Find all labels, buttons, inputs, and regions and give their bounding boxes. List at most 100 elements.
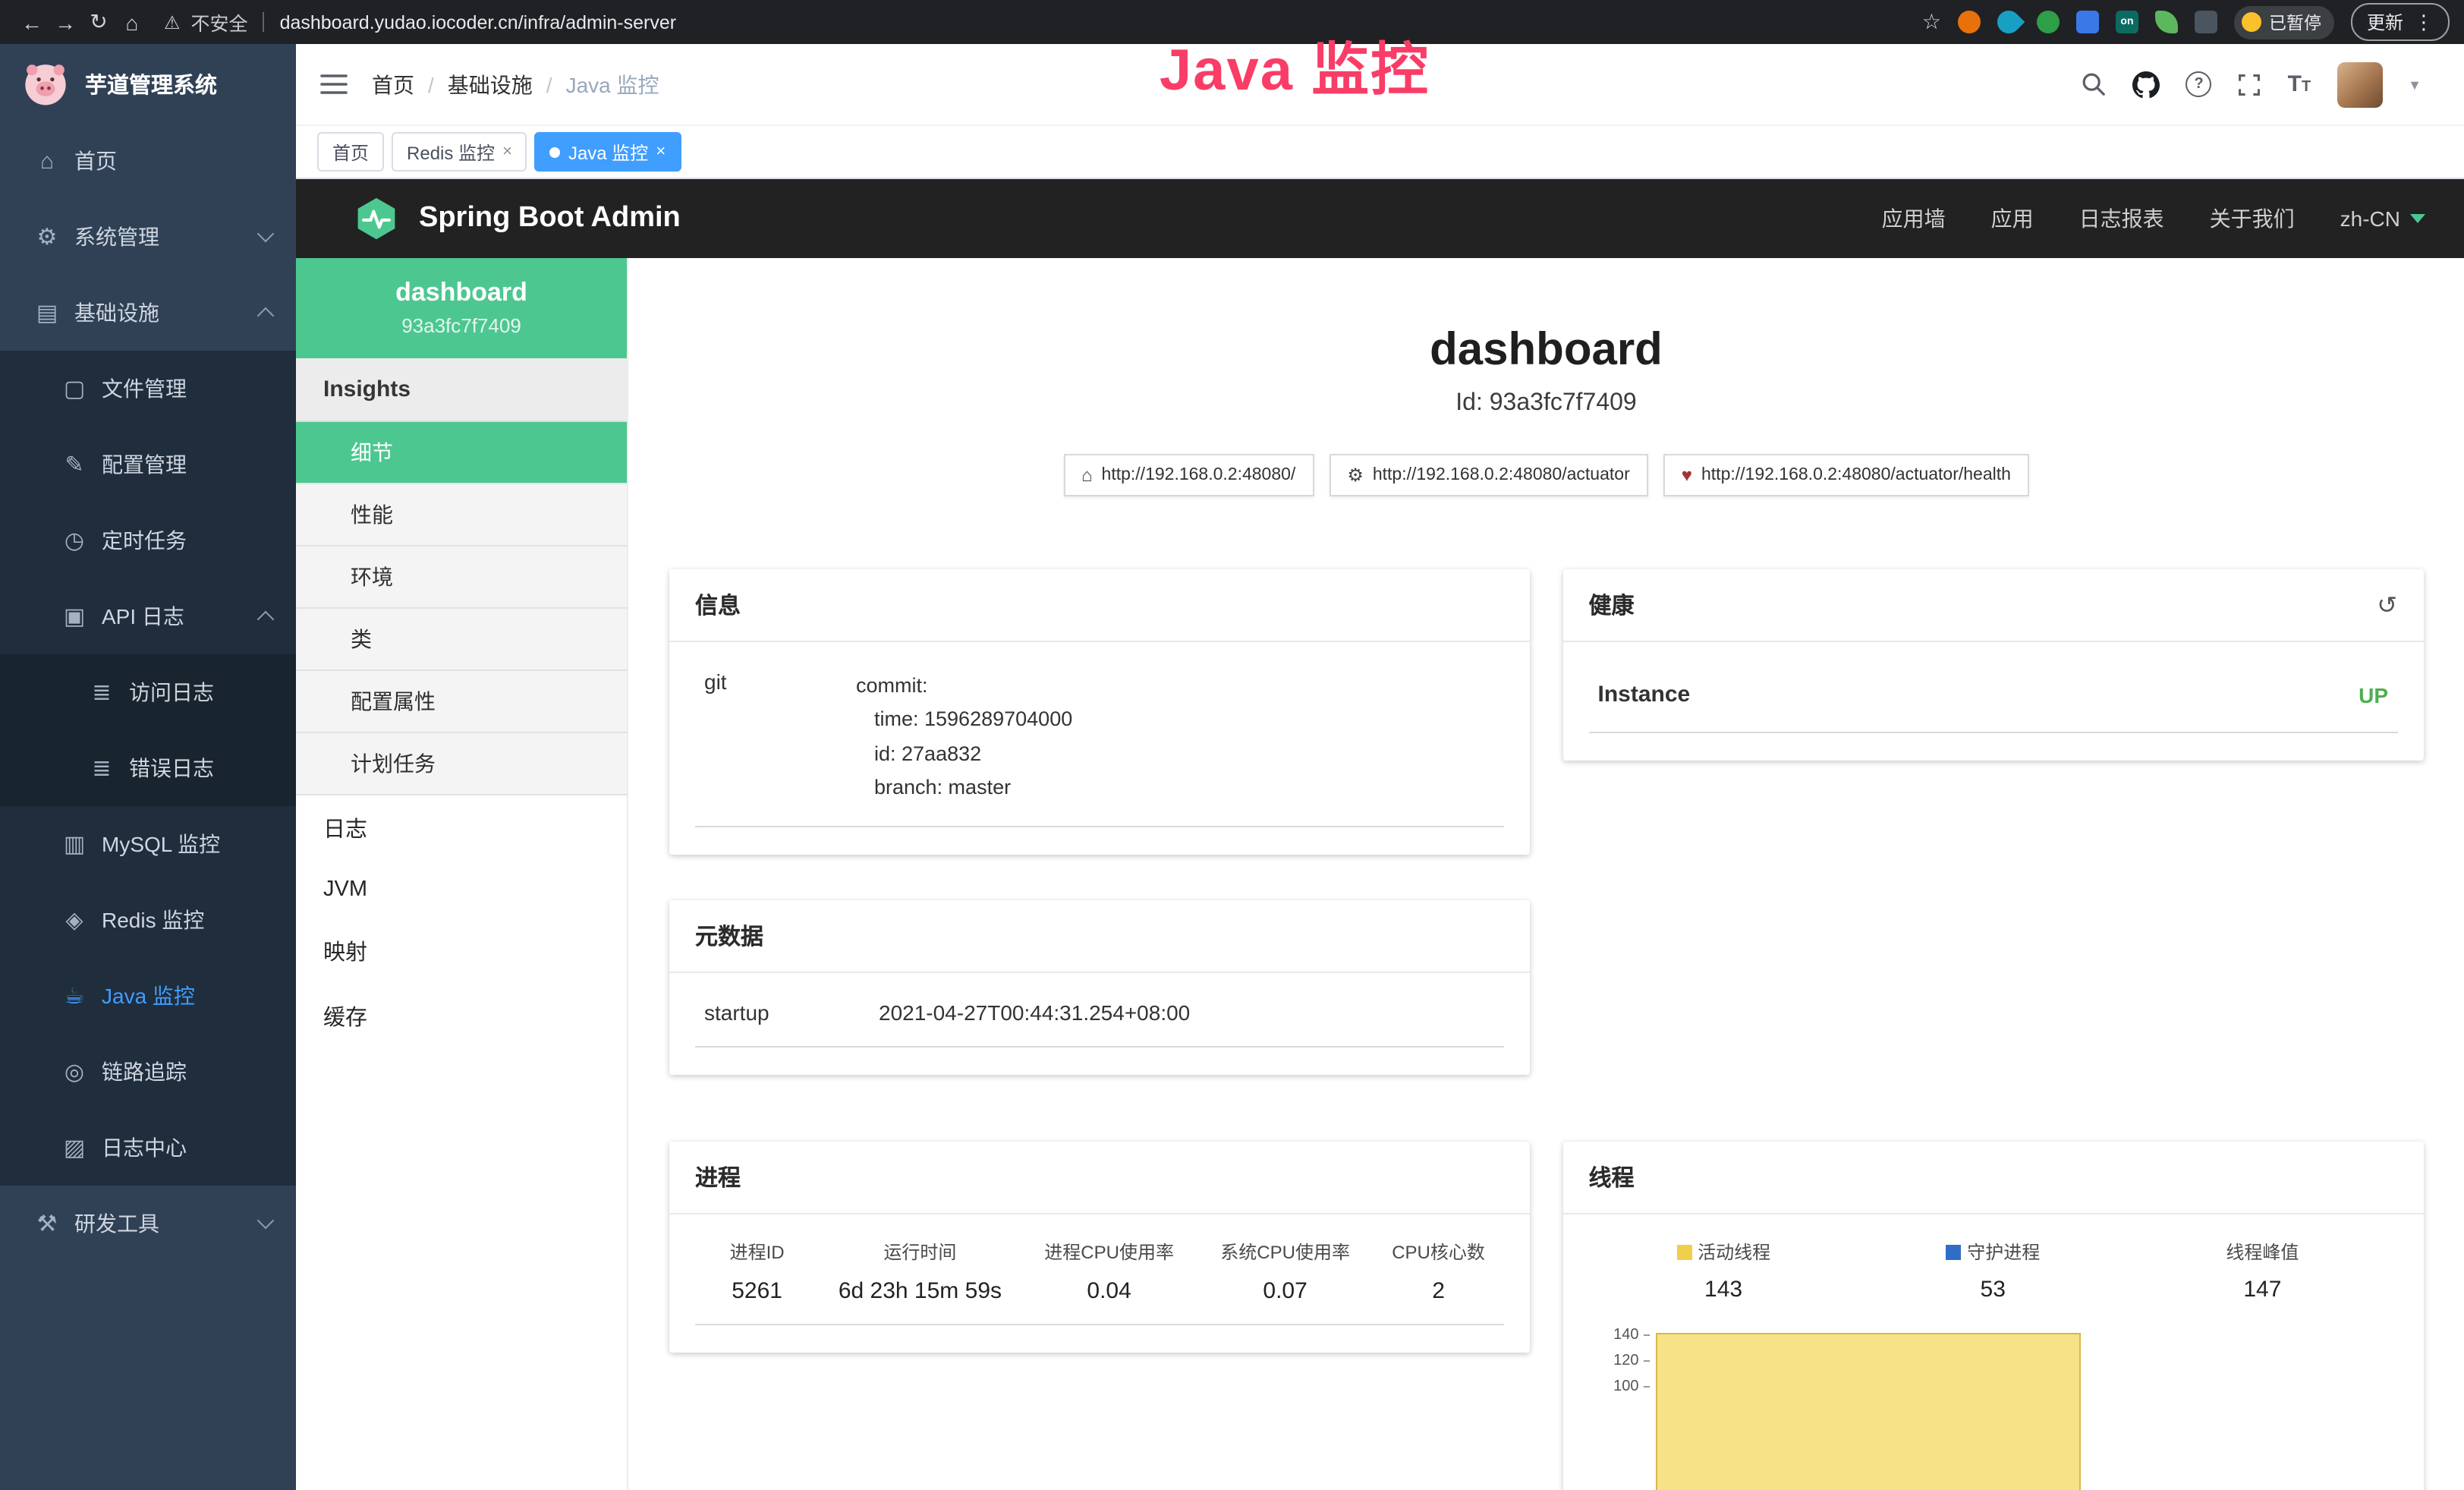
tag-tab-bar: 首页 Redis 监控 × Java 监控 ×: [296, 126, 2464, 179]
home-icon[interactable]: ⌂: [115, 10, 149, 34]
tab-java-monitor[interactable]: Java 监控 ×: [535, 132, 681, 172]
file-icon: ▢: [61, 375, 88, 402]
bookmark-star-icon[interactable]: ☆: [1922, 9, 1941, 35]
sba-item-scheduled-tasks[interactable]: 计划任务: [296, 733, 627, 795]
sidebar-item-config-management[interactable]: ✎ 配置管理: [0, 427, 296, 502]
sba-item-logs[interactable]: 日志: [296, 795, 627, 861]
card-title: 进程: [695, 1161, 741, 1193]
not-secure-warning-icon: ⚠: [164, 11, 181, 33]
tab-home[interactable]: 首页: [317, 132, 384, 172]
extension-on-badge[interactable]: on: [2116, 11, 2138, 33]
sba-item-caches[interactable]: 缓存: [296, 984, 627, 1049]
instance-id: Id: 93a3fc7f7409: [669, 390, 2423, 417]
sba-nav-journal[interactable]: 日志报表: [2079, 203, 2164, 234]
github-icon[interactable]: [2133, 71, 2160, 98]
metadata-card: 元数据 startup 2021-04-27T00:44:31.254+08:0…: [669, 900, 1530, 1075]
health-card: 健康 ↺ Instance UP: [1563, 569, 2424, 761]
sba-item-mappings[interactable]: 映射: [296, 918, 627, 984]
info-key: git: [704, 669, 856, 805]
process-table-header: 进程ID 运行时间 进程CPU使用率 系统CPU使用率 CPU核心数: [695, 1239, 1504, 1265]
chart-plot-area: [1656, 1327, 2398, 1490]
sba-nav-applications[interactable]: 应用: [1991, 203, 2034, 234]
process-cpu-value: 0.04: [1021, 1278, 1197, 1304]
help-icon[interactable]: ?: [2186, 71, 2212, 97]
extension-icon[interactable]: [1958, 11, 1981, 33]
uptime-value: 6d 23h 15m 59s: [819, 1278, 1021, 1304]
extension-puzzle-icon[interactable]: [2195, 11, 2217, 33]
sidebar-item-link-tracing[interactable]: ◎ 链路追踪: [0, 1034, 296, 1110]
page-header: 首页 / 基础设施 / Java 监控 ?: [296, 44, 2464, 126]
extension-icon[interactable]: [2076, 11, 2099, 33]
app-logo[interactable]: 芋道管理系统: [0, 44, 296, 123]
sba-item-metrics[interactable]: 性能: [296, 484, 627, 547]
sidebar-fold-icon[interactable]: [320, 73, 348, 96]
fullscreen-icon[interactable]: [2238, 72, 2262, 96]
sba-item-jvm[interactable]: JVM: [296, 861, 627, 918]
health-instance-label: Instance: [1598, 682, 1691, 707]
browser-menu-icon[interactable]: ⋮: [2414, 10, 2434, 34]
threads-legend: 活动线程 守护进程 线程峰值: [1589, 1239, 2398, 1265]
sidebar-item-error-logs[interactable]: ≣ 错误日志: [0, 730, 296, 806]
sidebar-item-mysql-monitor[interactable]: ▥ MySQL 监控: [0, 806, 296, 882]
tab-redis-monitor[interactable]: Redis 监控 ×: [392, 132, 527, 172]
metadata-value: 2021-04-27T00:44:31.254+08:00: [879, 1000, 1190, 1025]
process-card: 进程 进程ID 运行时间 进程CPU使用率 系统CPU使用率 CPU核心数: [669, 1142, 1530, 1353]
sba-brand[interactable]: Spring Boot Admin: [354, 196, 681, 241]
update-button[interactable]: 更新 ⋮: [2352, 3, 2449, 41]
actuator-url-button[interactable]: ⚙ http://192.168.0.2:48080/actuator: [1329, 454, 1647, 496]
extension-icon[interactable]: [1993, 6, 2025, 38]
address-bar[interactable]: ⚠ 不安全 dashboard.yudao.iocoder.cn/infra/a…: [164, 8, 676, 36]
y-axis: 140 120 100: [1589, 1327, 1656, 1490]
paused-badge[interactable]: 已暂停: [2234, 5, 2335, 39]
chevron-down-icon[interactable]: ▼: [2408, 77, 2422, 92]
sidebar-item-log-center[interactable]: ▨ 日志中心: [0, 1110, 296, 1186]
back-icon[interactable]: ←: [15, 10, 49, 34]
health-url-button[interactable]: ♥ http://192.168.0.2:48080/actuator/heal…: [1663, 454, 2029, 496]
sba-sidebar: dashboard 93a3fc7f7409 Insights 细节 性能 环境…: [296, 258, 628, 1490]
close-icon[interactable]: ×: [502, 143, 512, 161]
sidebar-item-infrastructure[interactable]: ▤ 基础设施: [0, 275, 296, 351]
mysql-icon: ▥: [61, 830, 88, 858]
error-log-icon: ≣: [88, 754, 115, 782]
service-url-button[interactable]: ⌂ http://192.168.0.2:48080/: [1063, 454, 1314, 496]
sidebar-item-file-management[interactable]: ▢ 文件管理: [0, 351, 296, 427]
search-icon[interactable]: [2082, 71, 2107, 97]
extension-icon[interactable]: [2037, 11, 2060, 33]
user-avatar[interactable]: [2337, 61, 2382, 107]
sidebar-item-system-management[interactable]: ⚙ 系统管理: [0, 199, 296, 275]
gear-icon: ⚙: [33, 223, 61, 250]
edit-icon: ✎: [61, 451, 88, 478]
sidebar-item-home[interactable]: ⌂ 首页: [0, 123, 296, 199]
sidebar-item-access-logs[interactable]: ≣ 访问日志: [0, 654, 296, 730]
active-dot: [550, 146, 561, 157]
table-row[interactable]: Instance UP: [1589, 666, 2398, 733]
breadcrumb-home[interactable]: 首页: [372, 69, 414, 99]
forward-icon[interactable]: →: [49, 10, 82, 34]
breadcrumb-infrastructure[interactable]: 基础设施: [448, 69, 533, 99]
sidebar-item-redis-monitor[interactable]: ◈ Redis 监控: [0, 882, 296, 958]
sba-app-name: dashboard: [311, 278, 612, 308]
chevron-up-icon: [257, 307, 275, 325]
sidebar-item-java-monitor[interactable]: ☕ Java 监控: [0, 958, 296, 1034]
browser-toolbar: ← → ↻ ⌂ ⚠ 不安全 dashboard.yudao.iocoder.cn…: [0, 0, 2464, 44]
table-row: startup 2021-04-27T00:44:31.254+08:00: [695, 997, 1504, 1047]
font-size-icon[interactable]: TT: [2288, 71, 2311, 97]
sidebar-item-scheduled-tasks[interactable]: ◷ 定时任务: [0, 502, 296, 578]
close-icon[interactable]: ×: [656, 143, 666, 161]
active-threads-swatch: [1676, 1244, 1691, 1259]
sba-app-header[interactable]: dashboard 93a3fc7f7409: [296, 258, 627, 358]
sidebar-item-api-logs[interactable]: ▣ API 日志: [0, 578, 296, 654]
sba-item-environment[interactable]: 环境: [296, 547, 627, 609]
card-title: 元数据: [695, 920, 763, 952]
reload-icon[interactable]: ↻: [82, 9, 115, 35]
history-refresh-icon[interactable]: ↺: [2377, 590, 2397, 620]
sba-nav-wallboard[interactable]: 应用墙: [1882, 203, 1946, 234]
sba-nav-about[interactable]: 关于我们: [2210, 203, 2295, 234]
sba-item-details[interactable]: 细节: [296, 422, 627, 484]
sba-language-select[interactable]: zh-CN: [2340, 206, 2425, 231]
sba-item-classes[interactable]: 类: [296, 609, 627, 671]
sba-item-config-props[interactable]: 配置属性: [296, 671, 627, 733]
sidebar-item-dev-tools[interactable]: ⚒ 研发工具: [0, 1186, 296, 1262]
extension-leaf-icon[interactable]: [2155, 11, 2178, 33]
health-icon: ♥: [1682, 465, 1692, 486]
